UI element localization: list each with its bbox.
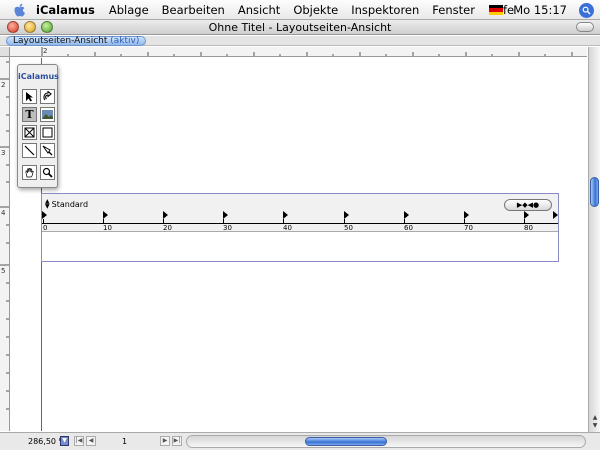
up-down-arrows-icon: ▲ ▼ <box>45 198 50 210</box>
previous-page-button[interactable]: ◀ <box>86 436 96 446</box>
menu-inspektoren[interactable]: Inspektoren <box>351 3 419 17</box>
status-bar: 286,50 % ▼ |◀ ◀ 1 ▶ ▶| <box>0 432 600 450</box>
vertical-ruler[interactable]: 2 3 4 5 <box>0 57 10 431</box>
next-page-button[interactable]: ▶ <box>160 436 170 446</box>
horizontal-ruler[interactable]: 2 <box>10 47 587 57</box>
pen-tool-icon[interactable] <box>40 143 55 158</box>
scale-label: 70 <box>464 224 473 232</box>
vertical-ruler-label: 2 <box>1 81 6 89</box>
minimize-window-button[interactable] <box>24 21 36 33</box>
tab-stop-marker[interactable] <box>404 211 409 219</box>
vertical-ruler-label: 4 <box>1 209 6 217</box>
text-frame[interactable]: ▲ ▼ Standard ▶◆◀● 0 10 20 30 40 50 60 70… <box>41 193 559 262</box>
menu-bar: iCalamus Ablage Bearbeiten Ansicht Objek… <box>0 0 600 20</box>
frame-tool-icon[interactable] <box>22 125 37 140</box>
image-tool-icon[interactable] <box>40 107 55 122</box>
horizontal-scroll-thumb[interactable] <box>305 437 387 446</box>
tab-stop-marker[interactable] <box>163 211 168 219</box>
tool-palette: iCalamus T <box>17 64 59 188</box>
text-ruler[interactable]: ▲ ▼ Standard ▶◆◀● 0 10 20 30 40 50 60 70… <box>42 194 558 232</box>
horizontal-ruler-label: 2 <box>43 47 48 55</box>
scale-label: 0 <box>43 224 48 232</box>
menu-extras: Mo 15:17 <box>489 0 594 20</box>
paragraph-style-selector[interactable]: ▲ ▼ Standard <box>45 198 89 210</box>
zoom-tool-icon[interactable] <box>40 165 55 180</box>
rectangle-tool-icon[interactable] <box>40 125 55 140</box>
scale-label: 20 <box>163 224 172 232</box>
horizontal-scrollbar[interactable] <box>186 435 586 448</box>
tab-stop-marker[interactable] <box>283 211 288 219</box>
arrow-tool-icon[interactable] <box>22 89 37 104</box>
tab-stop-marker[interactable] <box>223 211 228 219</box>
text-tool-glyph: T <box>25 108 34 121</box>
menu-app-name[interactable]: iCalamus <box>36 3 95 17</box>
scale-label: 50 <box>344 224 353 232</box>
scale-label: 10 <box>103 224 112 232</box>
tab-stop-marker[interactable] <box>524 211 529 219</box>
tab-stop-marker[interactable] <box>103 211 108 219</box>
german-flag-icon[interactable] <box>489 5 504 15</box>
hand-tool-icon[interactable] <box>22 165 37 180</box>
window-title: Ohne Titel - Layoutseiten-Ansicht <box>208 20 392 34</box>
scale-label: 80 <box>524 224 533 232</box>
text-ruler-scale: 0 10 20 30 40 50 60 70 80 <box>42 219 558 232</box>
horizontal-ruler-ticks <box>41 47 573 56</box>
menu-objekte[interactable]: Objekte <box>293 3 338 17</box>
scale-label: 30 <box>223 224 232 232</box>
tab-stop-marker[interactable] <box>464 211 469 219</box>
zoom-window-button[interactable] <box>41 21 53 33</box>
menu-ablage[interactable]: Ablage <box>109 3 149 17</box>
alignment-selector[interactable]: ▶◆◀● <box>504 199 552 211</box>
ruler-corner[interactable] <box>0 47 10 57</box>
menu-ansicht[interactable]: Ansicht <box>238 3 280 17</box>
menu-fenster[interactable]: Fenster <box>432 3 475 17</box>
page-number[interactable]: 1 <box>122 437 127 446</box>
scale-label: 60 <box>404 224 413 232</box>
vertical-ruler-label: 3 <box>1 149 6 157</box>
window-title-bar: Ohne Titel - Layoutseiten-Ansicht <box>0 20 600 35</box>
vertical-scrollbar[interactable]: ▲ ▼ <box>588 47 600 432</box>
line-tool-icon[interactable] <box>22 143 37 158</box>
spotlight-icon[interactable] <box>579 2 594 18</box>
tab-state: (aktiv) <box>110 36 140 46</box>
close-window-button[interactable] <box>7 21 19 33</box>
rotate-tool-icon[interactable] <box>40 89 55 104</box>
tab-stop-marker[interactable] <box>42 211 47 219</box>
tab-stop-marker[interactable] <box>344 211 349 219</box>
window-controls <box>7 21 53 33</box>
paragraph-style-label: Standard <box>51 199 89 209</box>
tool-palette-title: iCalamus <box>18 72 59 81</box>
apple-icon[interactable] <box>12 2 28 18</box>
last-page-button[interactable]: ▶| <box>172 436 182 446</box>
zoom-dropdown-button[interactable]: ▼ <box>60 436 69 446</box>
alignment-symbols-icon: ▶◆◀● <box>516 201 540 209</box>
scale-label: 40 <box>283 224 292 232</box>
toolbar-toggle-button[interactable] <box>576 22 594 32</box>
tab-stop-marker[interactable] <box>553 211 558 219</box>
tab-layoutseiten-ansicht[interactable]: Layoutseiten-Ansicht (aktiv) <box>6 36 147 46</box>
text-tool-icon[interactable]: T <box>22 107 37 122</box>
tab-label: Layoutseiten-Ansicht <box>13 36 108 46</box>
vertical-scroll-thumb[interactable] <box>590 177 599 207</box>
tab-stop-markers[interactable] <box>42 211 558 219</box>
menu-bearbeiten[interactable]: Bearbeiten <box>162 3 225 17</box>
view-tab-strip: Layoutseiten-Ansicht (aktiv) <box>0 36 600 46</box>
scroll-arrows-icon[interactable]: ▲ ▼ <box>590 414 600 430</box>
vertical-ruler-ticks <box>0 61 9 410</box>
first-page-button[interactable]: |◀ <box>74 436 84 446</box>
vertical-ruler-label: 5 <box>1 267 6 275</box>
menu-clock[interactable]: Mo 15:17 <box>513 3 567 17</box>
